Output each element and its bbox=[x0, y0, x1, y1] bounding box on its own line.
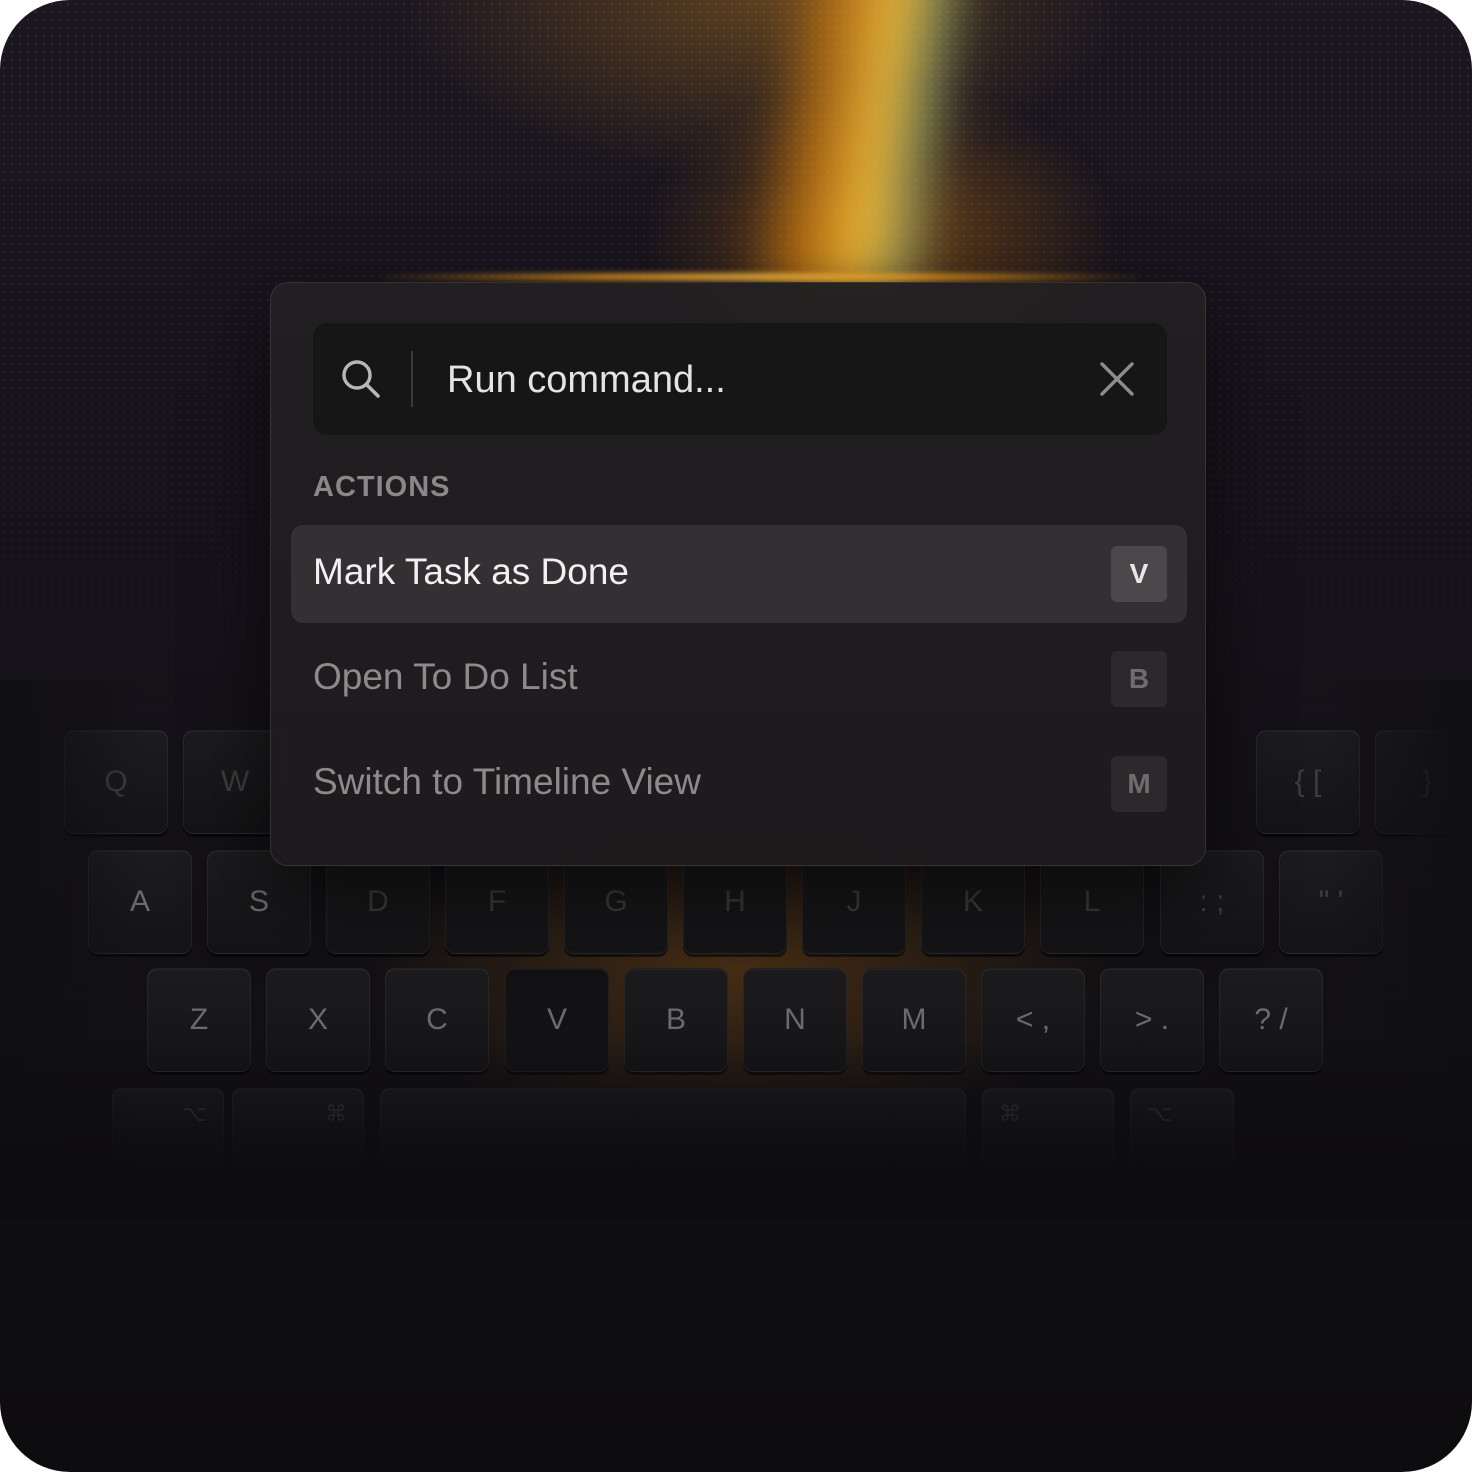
search-bar bbox=[313, 323, 1167, 435]
command-item-label: Mark Task as Done bbox=[313, 551, 629, 592]
command-item-open-todo-list[interactable]: Open To Do List B bbox=[291, 630, 1187, 728]
command-item-label: Switch to Timeline View bbox=[313, 761, 701, 802]
close-icon[interactable] bbox=[1095, 357, 1139, 401]
search-divider bbox=[411, 351, 413, 407]
shortcut-key: B bbox=[1111, 651, 1167, 707]
command-item-label: Open To Do List bbox=[313, 656, 578, 697]
search-icon bbox=[342, 360, 380, 398]
command-item-mark-task-done[interactable]: Mark Task as Done V bbox=[291, 525, 1187, 623]
keyboard-fade-bottom bbox=[0, 1040, 1472, 1220]
section-title-actions: ACTIONS bbox=[313, 471, 451, 503]
command-item-switch-timeline-view[interactable]: Switch to Timeline View M bbox=[291, 735, 1187, 833]
background-frame: Q W { [ } A S D F G H J K L : ; " ' Z X … bbox=[0, 0, 1472, 1472]
palette-glow-edge bbox=[380, 272, 1140, 282]
command-search-input[interactable] bbox=[445, 347, 1049, 413]
command-palette: ACTIONS Mark Task as Done V Open To Do L… bbox=[270, 282, 1206, 866]
shortcut-key: V bbox=[1111, 546, 1167, 602]
shortcut-key: M bbox=[1111, 756, 1167, 812]
